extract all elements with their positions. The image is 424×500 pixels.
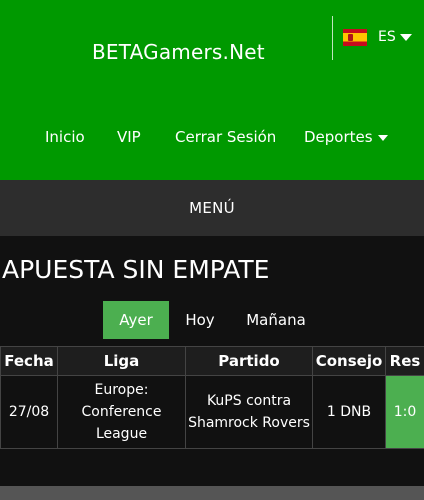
menu-toggle-button[interactable]: MENÚ [0,180,424,236]
day-tabs: Ayer Hoy Mañana [0,301,424,339]
tab-manana[interactable]: Mañana [236,301,316,339]
column-header-consejo: Consejo [312,346,386,376]
chevron-down-icon [377,134,388,141]
cell-partido: KuPS contra Shamrock Rovers [185,375,313,449]
cell-liga: Europe: Conference League [57,375,186,449]
nav-item-cerrar-sesion[interactable]: Cerrar Sesión [175,128,276,146]
table-header-row: Fecha Liga Partido Consejo Res [0,346,424,376]
language-selector[interactable]: ES [343,26,412,48]
column-header-res: Res [385,346,424,376]
header-divider [332,16,333,60]
main-content: APUESTA SIN EMPATE Ayer Hoy Mañana Fecha… [0,236,424,486]
table-row: 27/08 Europe: Conference League KuPS con… [0,375,424,449]
column-header-fecha: Fecha [0,346,58,376]
nav-item-deportes-label: Deportes [304,128,373,146]
column-header-liga: Liga [57,346,186,376]
brand-logo-text[interactable]: BETAGamers.Net [92,40,265,64]
tab-ayer[interactable]: Ayer [103,301,169,339]
nav-item-deportes[interactable]: Deportes [304,128,388,146]
spain-flag-icon [343,28,367,46]
language-code: ES [378,29,396,45]
nav-item-inicio[interactable]: Inicio [45,128,85,146]
column-header-partido: Partido [185,346,313,376]
cell-consejo: 1 DNB [312,375,386,449]
tab-hoy[interactable]: Hoy [176,301,224,339]
main-nav: Inicio VIP Cerrar Sesión Deportes [0,128,424,152]
page-title: APUESTA SIN EMPATE [2,255,270,284]
nav-item-vip[interactable]: VIP [117,128,141,146]
predictions-table: Fecha Liga Partido Consejo Res 27/08 Eur… [0,346,424,449]
cell-res: 1:0 [385,375,424,449]
footer-band [0,486,424,500]
chevron-down-icon [399,33,412,41]
cell-fecha: 27/08 [0,375,58,449]
site-header: BETAGamers.Net ES Inicio VIP Cerrar Sesi… [0,0,424,180]
